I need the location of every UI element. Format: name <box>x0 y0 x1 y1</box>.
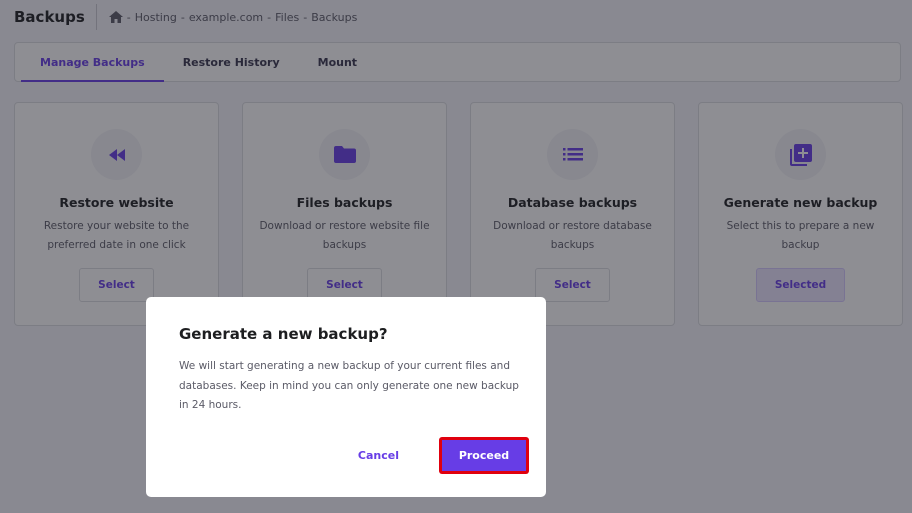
cancel-button[interactable]: Cancel <box>347 439 410 473</box>
proceed-button[interactable]: Proceed <box>440 438 528 473</box>
dialog-message: We will start generating a new backup of… <box>179 360 519 411</box>
dialog-actions: Cancel Proceed <box>347 438 528 473</box>
dialog-title: Generate a new backup? <box>179 325 388 343</box>
generate-backup-dialog: Generate a new backup? We will start gen… <box>146 297 546 497</box>
